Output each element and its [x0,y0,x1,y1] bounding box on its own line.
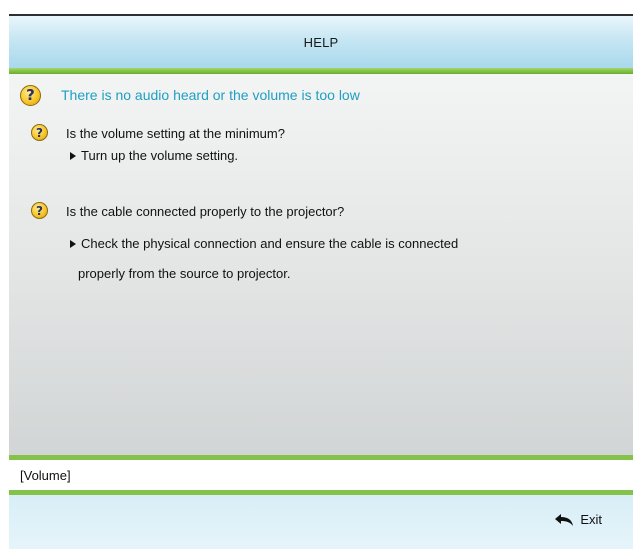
bullet-triangle-icon [70,240,76,248]
context-label: [Volume] [20,467,71,483]
question-1-text: Is the volume setting at the minimum? [66,126,285,141]
exit-button[interactable]: Exit [554,512,602,527]
exit-label: Exit [580,512,602,527]
answer-1-line-1: Turn up the volume setting. [81,148,239,163]
context-bar: [Volume] [9,460,633,490]
question-icon: ? [20,85,41,106]
page-title: HELP [303,34,339,50]
header-bar: HELP [9,16,633,68]
return-arrow-icon [555,513,574,526]
help-window: HELP ? There is no audio heard or the vo… [9,14,633,549]
answer-2: Check the physical connection and ensure… [70,229,458,289]
topic-title: There is no audio heard or the volume is… [61,87,360,103]
answer-1: Turn up the volume setting. [70,141,238,171]
question-2-text: Is the cable connected properly to the p… [66,204,345,219]
help-content: ? There is no audio heard or the volume … [9,74,633,455]
footer-bar: Exit [9,495,633,549]
answer-2-line-1-row: Check the physical connection and ensure… [70,229,458,259]
bullet-triangle-icon [70,152,76,160]
question-icon: ? [31,124,48,141]
answer-2-line-2: properly from the source to projector. [78,266,291,281]
question-icon: ? [31,202,48,219]
answer-2-line-1: Check the physical connection and ensure… [81,236,459,251]
